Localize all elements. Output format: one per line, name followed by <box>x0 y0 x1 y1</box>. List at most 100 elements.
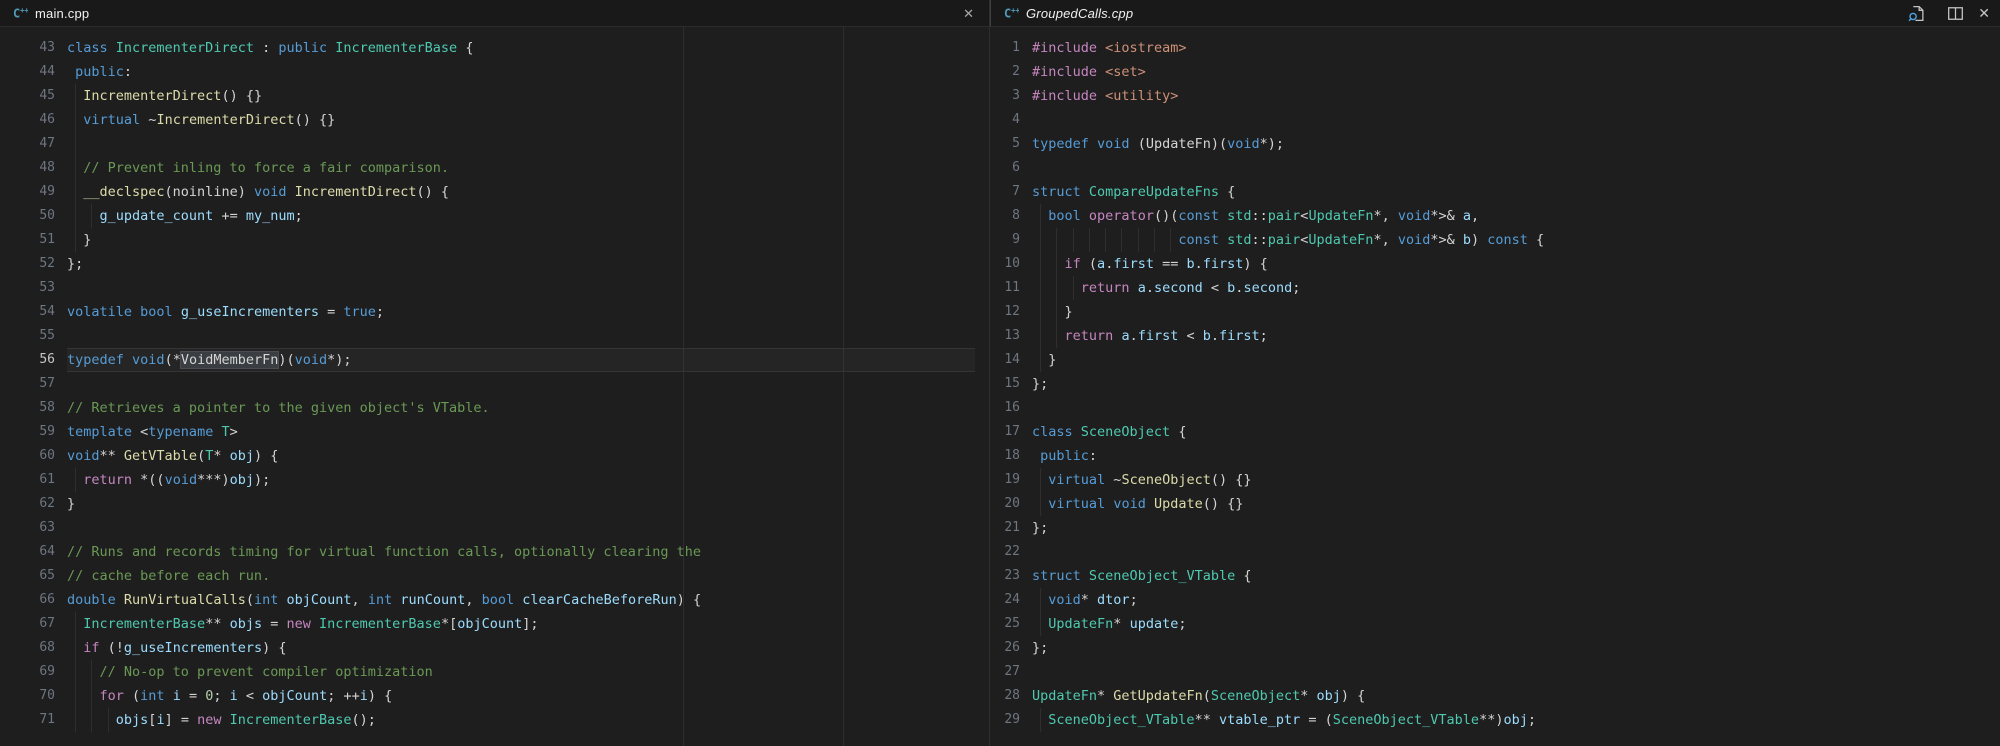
code-line-29[interactable]: 29 SceneObject_VTable** vtable_ptr = (Sc… <box>990 708 2000 732</box>
code-line-56[interactable]: 56typedef void(*VoidMemberFn)(void*); <box>0 348 989 372</box>
code-line-11[interactable]: 11 return a.second < b.second; <box>990 276 2000 300</box>
line-number[interactable]: 66 <box>0 588 55 612</box>
line-number[interactable]: 22 <box>990 540 1020 564</box>
line-number[interactable]: 11 <box>990 276 1020 300</box>
line-number[interactable]: 15 <box>990 372 1020 396</box>
code-line-45[interactable]: 45 IncrementerDirect() {} <box>0 84 989 108</box>
code-line-1[interactable]: 1#include <iostream> <box>990 36 2000 60</box>
line-number[interactable]: 13 <box>990 324 1020 348</box>
code-line-68[interactable]: 68 if (!g_useIncrementers) { <box>0 636 989 660</box>
line-number[interactable]: 28 <box>990 684 1020 708</box>
code-line-58[interactable]: 58// Retrieves a pointer to the given ob… <box>0 396 989 420</box>
code-line-16[interactable]: 16 <box>990 396 2000 420</box>
line-number[interactable]: 53 <box>0 276 55 300</box>
code-line-4[interactable]: 4 <box>990 108 2000 132</box>
line-number[interactable]: 69 <box>0 660 55 684</box>
code-line-14[interactable]: 14 } <box>990 348 2000 372</box>
code-line-50[interactable]: 50 g_update_count += my_num; <box>0 204 989 228</box>
code-line-52[interactable]: 52}; <box>0 252 989 276</box>
code-line-61[interactable]: 61 return *((void***)obj); <box>0 468 989 492</box>
code-line-66[interactable]: 66double RunVirtualCalls(int objCount, i… <box>0 588 989 612</box>
close-tab-icon[interactable]: ✕ <box>960 0 977 27</box>
code-line-55[interactable]: 55 <box>0 324 989 348</box>
line-number[interactable]: 60 <box>0 444 55 468</box>
line-number[interactable]: 6 <box>990 156 1020 180</box>
code-line-17[interactable]: 17class SceneObject { <box>990 420 2000 444</box>
line-number[interactable]: 2 <box>990 60 1020 84</box>
code-line-47[interactable]: 47 <box>0 132 989 156</box>
line-number[interactable]: 59 <box>0 420 55 444</box>
line-number[interactable]: 18 <box>990 444 1020 468</box>
line-number[interactable]: 3 <box>990 84 1020 108</box>
line-number[interactable]: 71 <box>0 708 55 732</box>
code-line-6[interactable]: 6 <box>990 156 2000 180</box>
line-number[interactable]: 62 <box>0 492 55 516</box>
line-number[interactable]: 68 <box>0 636 55 660</box>
tab-groupedcalls-cpp[interactable]: C ++ GroupedCalls.cpp <box>991 0 2000 26</box>
code-line-48[interactable]: 48 // Prevent inling to force a fair com… <box>0 156 989 180</box>
code-line-5[interactable]: 5typedef void (UpdateFn)(void*); <box>990 132 2000 156</box>
code-line-65[interactable]: 65// cache before each run. <box>0 564 989 588</box>
code-line-46[interactable]: 46 virtual ~IncrementerDirect() {} <box>0 108 989 132</box>
split-editor-icon[interactable] <box>1947 5 1964 22</box>
code-line-49[interactable]: 49 __declspec(noinline) void IncrementDi… <box>0 180 989 204</box>
code-line-24[interactable]: 24 void* dtor; <box>990 588 2000 612</box>
code-line-57[interactable]: 57 <box>0 372 989 396</box>
code-editor-main-cpp[interactable]: 43class IncrementerDirect : public Incre… <box>0 27 989 746</box>
line-number[interactable]: 26 <box>990 636 1020 660</box>
code-line-44[interactable]: 44 public: <box>0 60 989 84</box>
line-number[interactable]: 17 <box>990 420 1020 444</box>
line-number[interactable]: 20 <box>990 492 1020 516</box>
code-line-8[interactable]: 8 bool operator()(const std::pair<Update… <box>990 204 2000 228</box>
line-number[interactable]: 56 <box>0 348 55 372</box>
code-line-15[interactable]: 15}; <box>990 372 2000 396</box>
line-number[interactable]: 55 <box>0 324 55 348</box>
code-line-22[interactable]: 22 <box>990 540 2000 564</box>
line-number[interactable]: 19 <box>990 468 1020 492</box>
code-editor-groupedcalls-cpp[interactable]: 1#include <iostream>2#include <set>3#inc… <box>990 27 2000 746</box>
line-number[interactable]: 7 <box>990 180 1020 204</box>
code-line-62[interactable]: 62} <box>0 492 989 516</box>
code-line-26[interactable]: 26}; <box>990 636 2000 660</box>
code-line-71[interactable]: 71 objs[i] = new IncrementerBase(); <box>0 708 989 732</box>
line-number[interactable]: 9 <box>990 228 1020 252</box>
line-number[interactable]: 21 <box>990 516 1020 540</box>
code-line-67[interactable]: 67 IncrementerBase** objs = new Incremen… <box>0 612 989 636</box>
code-line-51[interactable]: 51 } <box>0 228 989 252</box>
find-preview-icon[interactable] <box>1908 5 1925 22</box>
code-line-23[interactable]: 23struct SceneObject_VTable { <box>990 564 2000 588</box>
line-number[interactable]: 44 <box>0 60 55 84</box>
code-line-7[interactable]: 7struct CompareUpdateFns { <box>990 180 2000 204</box>
code-line-25[interactable]: 25 UpdateFn* update; <box>990 612 2000 636</box>
code-line-28[interactable]: 28UpdateFn* GetUpdateFn(SceneObject* obj… <box>990 684 2000 708</box>
line-number[interactable]: 27 <box>990 660 1020 684</box>
tab-main-cpp[interactable]: C ++ main.cpp ✕ <box>0 0 989 26</box>
code-line-3[interactable]: 3#include <utility> <box>990 84 2000 108</box>
code-line-9[interactable]: 9 const std::pair<UpdateFn*, void*>& b) … <box>990 228 2000 252</box>
line-number[interactable]: 29 <box>990 708 1020 732</box>
code-line-63[interactable]: 63 <box>0 516 989 540</box>
code-line-59[interactable]: 59template <typename T> <box>0 420 989 444</box>
line-number[interactable]: 5 <box>990 132 1020 156</box>
code-line-54[interactable]: 54volatile bool g_useIncrementers = true… <box>0 300 989 324</box>
code-line-60[interactable]: 60void** GetVTable(T* obj) { <box>0 444 989 468</box>
line-number[interactable]: 23 <box>990 564 1020 588</box>
code-line-20[interactable]: 20 virtual void Update() {} <box>990 492 2000 516</box>
line-number[interactable]: 70 <box>0 684 55 708</box>
line-number[interactable]: 12 <box>990 300 1020 324</box>
line-number[interactable]: 65 <box>0 564 55 588</box>
line-number[interactable]: 63 <box>0 516 55 540</box>
code-line-10[interactable]: 10 if (a.first == b.first) { <box>990 252 2000 276</box>
code-line-21[interactable]: 21}; <box>990 516 2000 540</box>
line-number[interactable]: 64 <box>0 540 55 564</box>
line-number[interactable]: 14 <box>990 348 1020 372</box>
line-number[interactable]: 43 <box>0 36 55 60</box>
code-line-18[interactable]: 18 public: <box>990 444 2000 468</box>
code-line-69[interactable]: 69 // No-op to prevent compiler optimiza… <box>0 660 989 684</box>
line-number[interactable]: 46 <box>0 108 55 132</box>
line-number[interactable]: 10 <box>990 252 1020 276</box>
line-number[interactable]: 4 <box>990 108 1020 132</box>
line-number[interactable]: 51 <box>0 228 55 252</box>
line-number[interactable]: 50 <box>0 204 55 228</box>
code-line-2[interactable]: 2#include <set> <box>990 60 2000 84</box>
